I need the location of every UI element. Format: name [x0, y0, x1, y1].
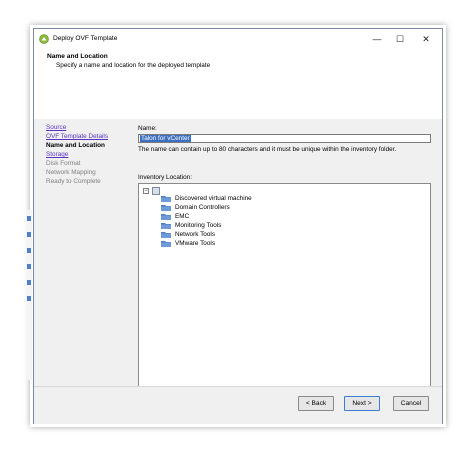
minimize-button[interactable]: —	[368, 31, 386, 47]
tree-item-label: VMware Tools	[175, 240, 216, 247]
step-storage[interactable]: Storage	[46, 150, 138, 159]
step-network-mapping: Network Mapping	[46, 169, 96, 176]
folder-icon	[161, 241, 171, 247]
folder-icon	[161, 196, 171, 202]
inventory-location-label: Inventory Location:	[138, 174, 192, 181]
step-source[interactable]: Source	[46, 123, 138, 132]
wizard-header: Name and Location Specify a name and loc…	[34, 49, 442, 120]
tree-items: Discovered virtual machine Domain Contro…	[161, 194, 252, 248]
tree-item-label: Monitoring Tools	[175, 222, 222, 229]
cancel-button[interactable]: Cancel	[393, 396, 429, 411]
wizard-body: Source OVF Template Details Name and Loc…	[34, 119, 442, 407]
tree-item-emc[interactable]: EMC	[161, 212, 252, 221]
step-ready-to-complete: Ready to Complete	[46, 178, 101, 185]
next-button[interactable]: Next >	[344, 396, 380, 411]
page-subtitle: Specify a name and location for the depl…	[56, 62, 211, 69]
title-bar: Deploy OVF Template — ☐ ✕	[34, 29, 442, 49]
step-name-and-location: Name and Location	[46, 142, 105, 149]
maximize-button[interactable]: ☐	[391, 31, 409, 47]
tree-item-label: Discovered virtual machine	[175, 195, 252, 202]
deploy-ovf-dialog: Deploy OVF Template — ☐ ✕ Name and Locat…	[33, 28, 443, 424]
tree-item-vmware-tools[interactable]: VMware Tools	[161, 239, 252, 248]
step-ovf-template-details[interactable]: OVF Template Details	[46, 132, 138, 141]
tree-item-domain-controllers[interactable]: Domain Controllers	[161, 203, 252, 212]
wizard-footer: < Back Next > Cancel	[34, 386, 442, 424]
name-label: Name:	[138, 125, 157, 132]
tree-item-discovered-vm[interactable]: Discovered virtual machine	[161, 194, 252, 203]
window-title: Deploy OVF Template	[53, 35, 118, 42]
tree-item-label: EMC	[175, 213, 190, 220]
page-title: Name and Location	[47, 53, 108, 60]
wizard-steps: Source OVF Template Details Name and Loc…	[46, 123, 138, 186]
tree-item-label: Domain Controllers	[175, 204, 230, 211]
name-hint: The name can contain up to 80 characters…	[138, 146, 397, 153]
step-disk-format: Disk Format	[46, 160, 81, 167]
ovf-app-icon	[39, 34, 49, 44]
collapse-icon[interactable]: −	[143, 188, 149, 194]
back-button[interactable]: < Back	[298, 396, 334, 411]
folder-icon	[161, 214, 171, 220]
tree-item-monitoring-tools[interactable]: Monitoring Tools	[161, 221, 252, 230]
folder-icon	[161, 223, 171, 229]
inventory-tree[interactable]: − Discovered virtual machine Domain Cont…	[138, 183, 431, 407]
folder-icon	[161, 232, 171, 238]
datacenter-icon	[152, 187, 160, 195]
close-button[interactable]: ✕	[417, 31, 435, 47]
name-input[interactable]: Talon for vCenter	[138, 134, 431, 143]
folder-icon	[161, 205, 171, 211]
name-input-value: Talon for vCenter	[140, 135, 191, 142]
tree-item-label: Network Tools	[175, 231, 216, 238]
background-app-strip	[26, 210, 32, 380]
tree-item-network-tools[interactable]: Network Tools	[161, 230, 252, 239]
